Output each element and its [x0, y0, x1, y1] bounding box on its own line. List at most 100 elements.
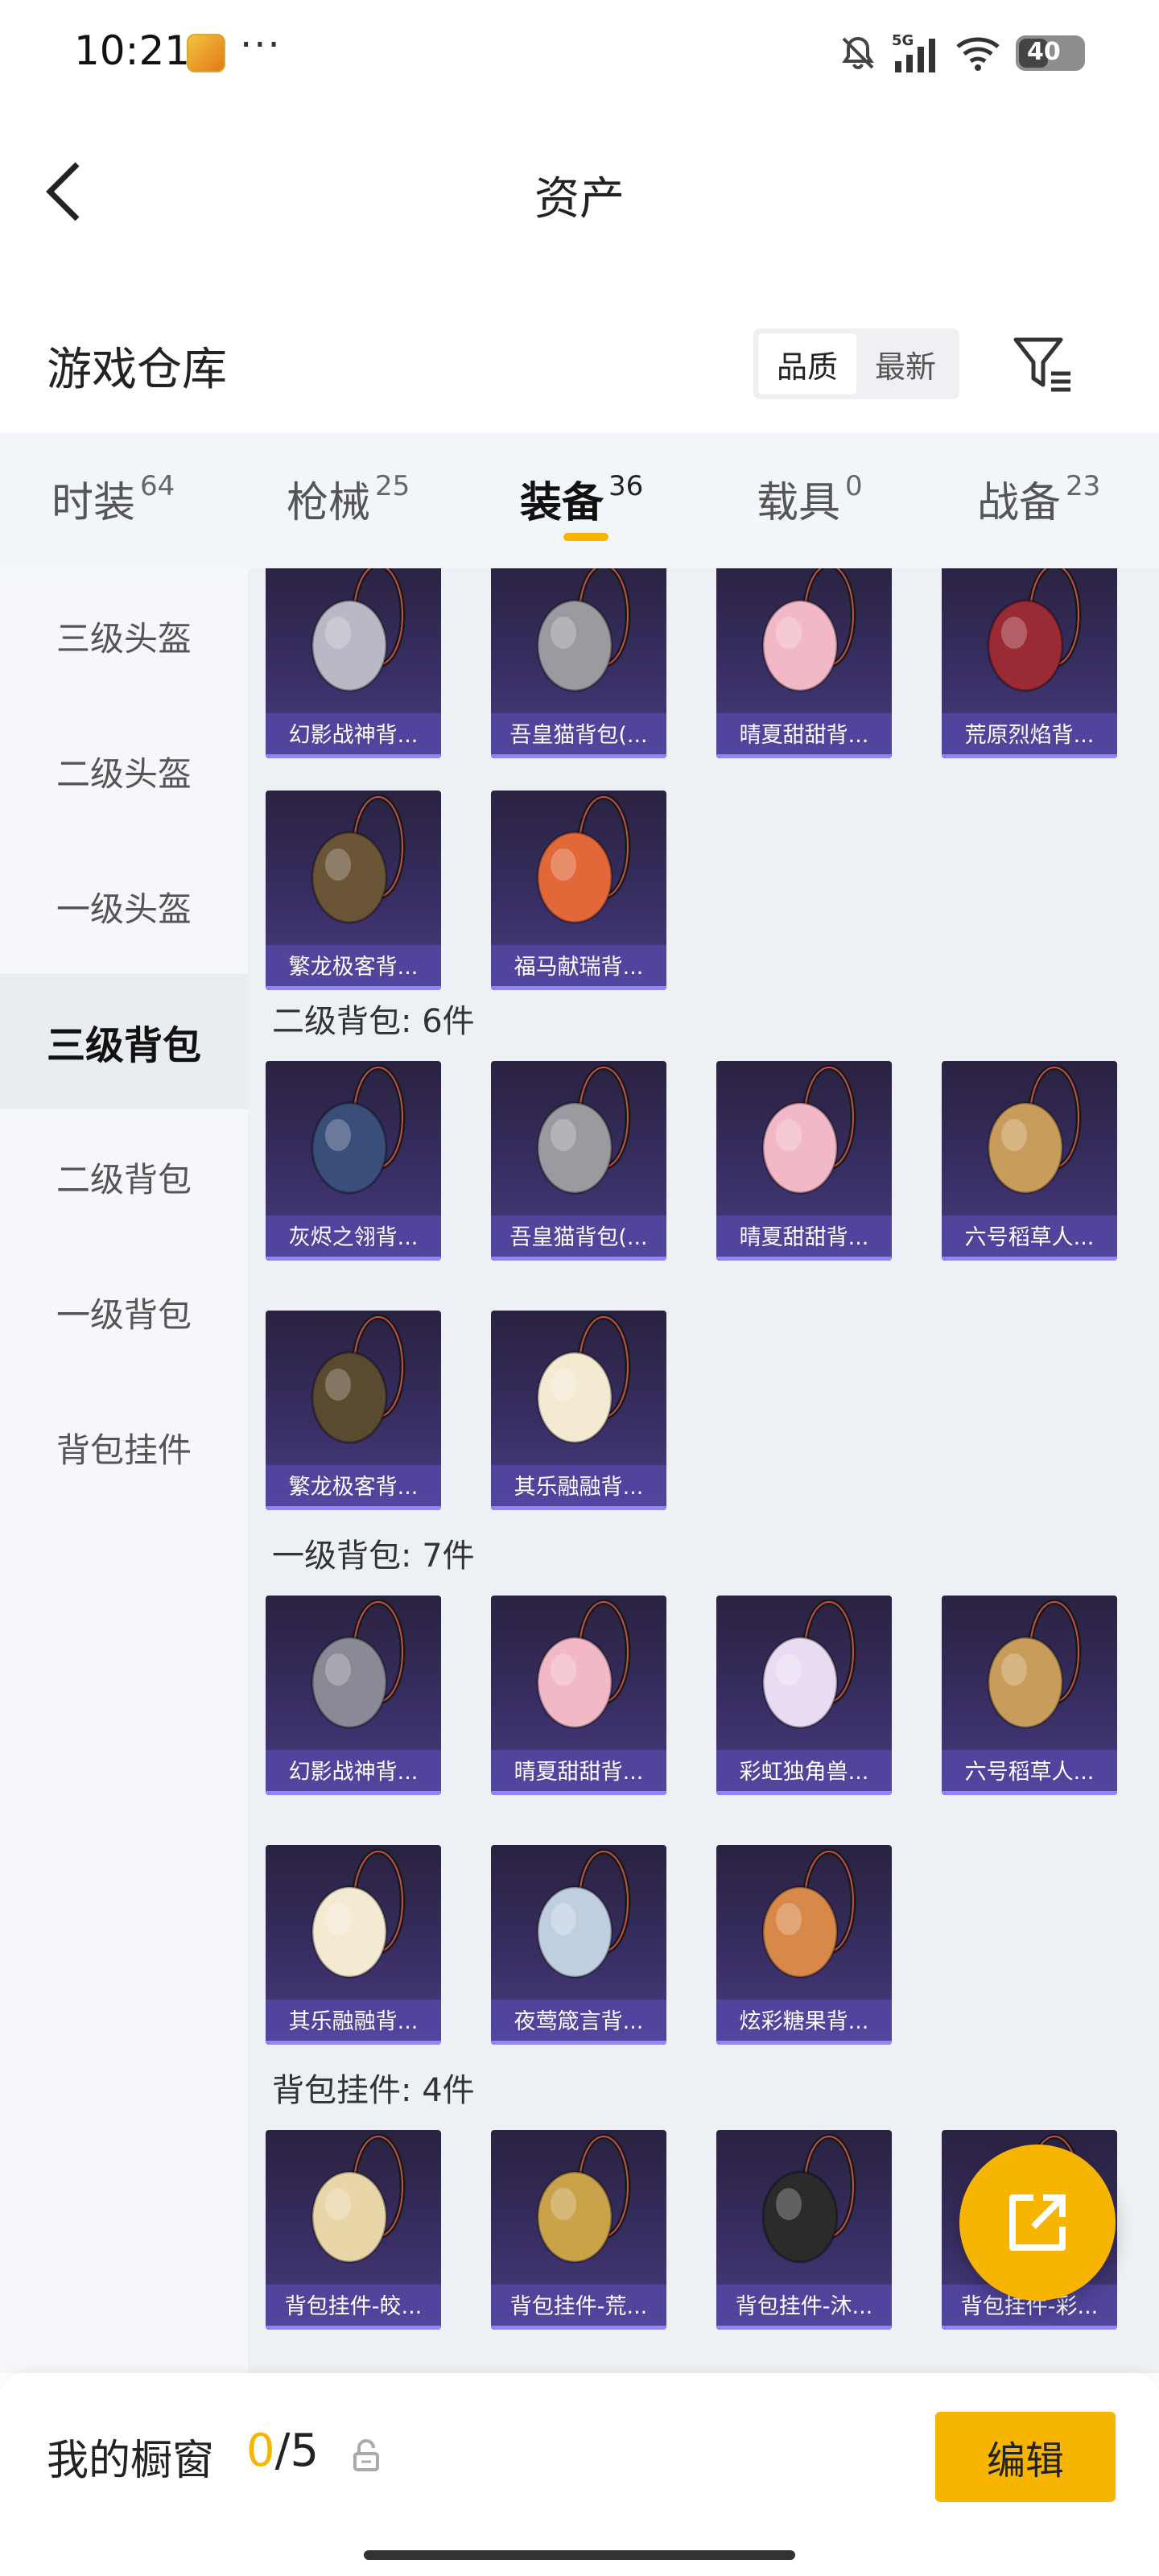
item-card[interactable]: 繁龙极客背...: [266, 791, 441, 990]
showcase-used: 0: [246, 2425, 275, 2477]
tab-label: 装备: [520, 479, 604, 527]
sidebar-item-backpack-2[interactable]: 二级背包: [0, 1109, 248, 1245]
item-name: 晴夏甜甜背...: [491, 1750, 666, 1795]
lock-icon: [353, 2439, 379, 2471]
tab-count: 23: [1066, 470, 1101, 502]
item-card[interactable]: 六号稻草人...: [942, 1596, 1117, 1795]
nav-bar: 资产: [0, 129, 1159, 250]
status-time: 10:21: [74, 27, 191, 74]
more-notifications-icon: ···: [240, 23, 282, 68]
page-title: 资产: [534, 173, 625, 225]
item-card[interactable]: 吾皇猫背包(...: [491, 568, 666, 758]
tab-count: 25: [375, 470, 410, 502]
item-card[interactable]: 晴夏甜甜背...: [716, 1061, 892, 1261]
item-card[interactable]: 吾皇猫背包(...: [491, 1061, 666, 1261]
item-thumbnail-icon: [536, 2133, 631, 2264]
item-name: 荒原烈焰背...: [942, 713, 1117, 758]
subcategory-sidebar: 三级头盔 二级头盔 一级头盔 三级背包 二级背包 一级背包 背包挂件: [0, 568, 248, 2373]
item-name: 背包挂件-皎...: [266, 2285, 441, 2330]
showcase-label: 我的橱窗: [47, 2437, 215, 2485]
sort-newest-button[interactable]: 最新: [856, 333, 955, 394]
tab-vehicles[interactable]: 载具 0: [757, 469, 863, 529]
edit-button[interactable]: 编辑: [935, 2412, 1116, 2502]
item-card[interactable]: 其乐融融背...: [491, 1311, 666, 1510]
sidebar-item-backpack-1[interactable]: 一级背包: [0, 1245, 248, 1380]
sidebar-item-backpack-charm[interactable]: 背包挂件: [0, 1380, 248, 1515]
item-thumbnail-icon: [311, 568, 406, 692]
item-card[interactable]: 晴夏甜甜背...: [716, 568, 892, 758]
item-thumbnail-icon: [987, 1599, 1082, 1729]
sidebar-item-helmet-3[interactable]: 三级头盔: [0, 568, 248, 704]
item-thumbnail-icon: [987, 568, 1082, 692]
filter-icon[interactable]: [1011, 332, 1075, 396]
item-thumbnail-icon: [987, 1064, 1082, 1195]
item-name: 繁龙极客背...: [266, 1465, 441, 1510]
showcase-total: /5: [274, 2425, 320, 2477]
mute-icon: [842, 36, 874, 70]
section-title: 二级背包: 6件: [272, 1003, 475, 1040]
app-notification-icon: [187, 34, 225, 72]
item-name: 其乐融融背...: [266, 2000, 441, 2045]
item-card[interactable]: 六号稻草人...: [942, 1061, 1117, 1261]
item-thumbnail-icon: [311, 1064, 406, 1195]
sidebar-item-backpack-3[interactable]: 三级背包: [0, 974, 248, 1109]
item-thumbnail-icon: [536, 1848, 631, 1979]
item-card[interactable]: 幻影战神背...: [266, 568, 441, 758]
status-icons: 5G 40: [839, 29, 1085, 77]
item-card[interactable]: 福马献瑞背...: [491, 791, 666, 990]
tab-supplies[interactable]: 战备 23: [977, 469, 1100, 529]
tab-equipment[interactable]: 装备 36: [520, 469, 643, 529]
item-thumbnail-icon: [761, 1848, 856, 1979]
section-title: 背包挂件: 4件: [272, 2072, 475, 2109]
item-card[interactable]: 幻影战神背...: [266, 1596, 441, 1795]
item-name: 彩虹独角兽...: [716, 1750, 892, 1795]
tab-label: 载具: [757, 479, 841, 527]
tab-firearms[interactable]: 枪械 25: [287, 469, 410, 529]
item-name: 灰烬之翎背...: [266, 1216, 441, 1261]
item-card[interactable]: 夜莺箴言背...: [491, 1845, 666, 2045]
item-thumbnail-icon: [761, 1064, 856, 1195]
sidebar-item-helmet-2[interactable]: 二级头盔: [0, 704, 248, 839]
item-name: 吾皇猫背包(...: [491, 1216, 666, 1261]
item-thumbnail-icon: [311, 1599, 406, 1729]
item-card[interactable]: 背包挂件-荒...: [491, 2130, 666, 2330]
section-title: 一级背包: 7件: [272, 1538, 475, 1575]
item-card[interactable]: 晴夏甜甜背...: [491, 1596, 666, 1795]
sort-quality-button[interactable]: 品质: [758, 333, 856, 394]
showcase-count: 0/5: [246, 2425, 319, 2477]
item-name: 夜莺箴言背...: [491, 2000, 666, 2045]
sidebar-item-helmet-1[interactable]: 一级头盔: [0, 839, 248, 974]
item-card[interactable]: 繁龙极客背...: [266, 1311, 441, 1510]
tab-count: 64: [140, 470, 175, 502]
item-name: 福马献瑞背...: [491, 945, 666, 990]
warehouse-header: 游戏仓库 品质 最新: [0, 314, 1159, 419]
tab-label: 枪械: [287, 479, 371, 527]
warehouse-title: 游戏仓库: [47, 344, 227, 396]
item-name: 幻影战神背...: [266, 713, 441, 758]
battery-icon: 40: [1016, 35, 1085, 71]
item-card[interactable]: 其乐融融背...: [266, 1845, 441, 2045]
item-card[interactable]: 彩虹独角兽...: [716, 1596, 892, 1795]
item-name: 六号稻草人...: [942, 1216, 1117, 1261]
item-thumbnail-icon: [311, 1848, 406, 1979]
item-name: 其乐融融背...: [491, 1465, 666, 1510]
item-card[interactable]: 灰烬之翎背...: [266, 1061, 441, 1261]
item-thumbnail-icon: [761, 1599, 856, 1729]
item-thumbnail-icon: [536, 568, 631, 692]
item-card[interactable]: 炫彩糖果背...: [716, 1845, 892, 2045]
wifi-icon: [956, 37, 1000, 71]
item-card[interactable]: 背包挂件-沐...: [716, 2130, 892, 2330]
item-thumbnail-icon: [311, 794, 406, 924]
item-grid: 幻影战神背... 吾皇猫背包(... 晴夏甜甜背... 荒原烈焰背... 繁龙极客背..…: [248, 568, 1159, 2373]
share-button[interactable]: [959, 2145, 1116, 2301]
item-thumbnail-icon: [536, 794, 631, 924]
tab-count: 0: [845, 470, 863, 502]
tab-fashion[interactable]: 时装 64: [52, 469, 175, 529]
item-card[interactable]: 背包挂件-皎...: [266, 2130, 441, 2330]
svg-text:5G: 5G: [892, 32, 914, 49]
item-name: 背包挂件-荒...: [491, 2285, 666, 2330]
item-card[interactable]: 荒原烈焰背...: [942, 568, 1117, 758]
item-name: 吾皇猫背包(...: [491, 713, 666, 758]
showcase-bar: 我的橱窗 0/5 编辑: [0, 2373, 1159, 2576]
item-name: 繁龙极客背...: [266, 945, 441, 990]
